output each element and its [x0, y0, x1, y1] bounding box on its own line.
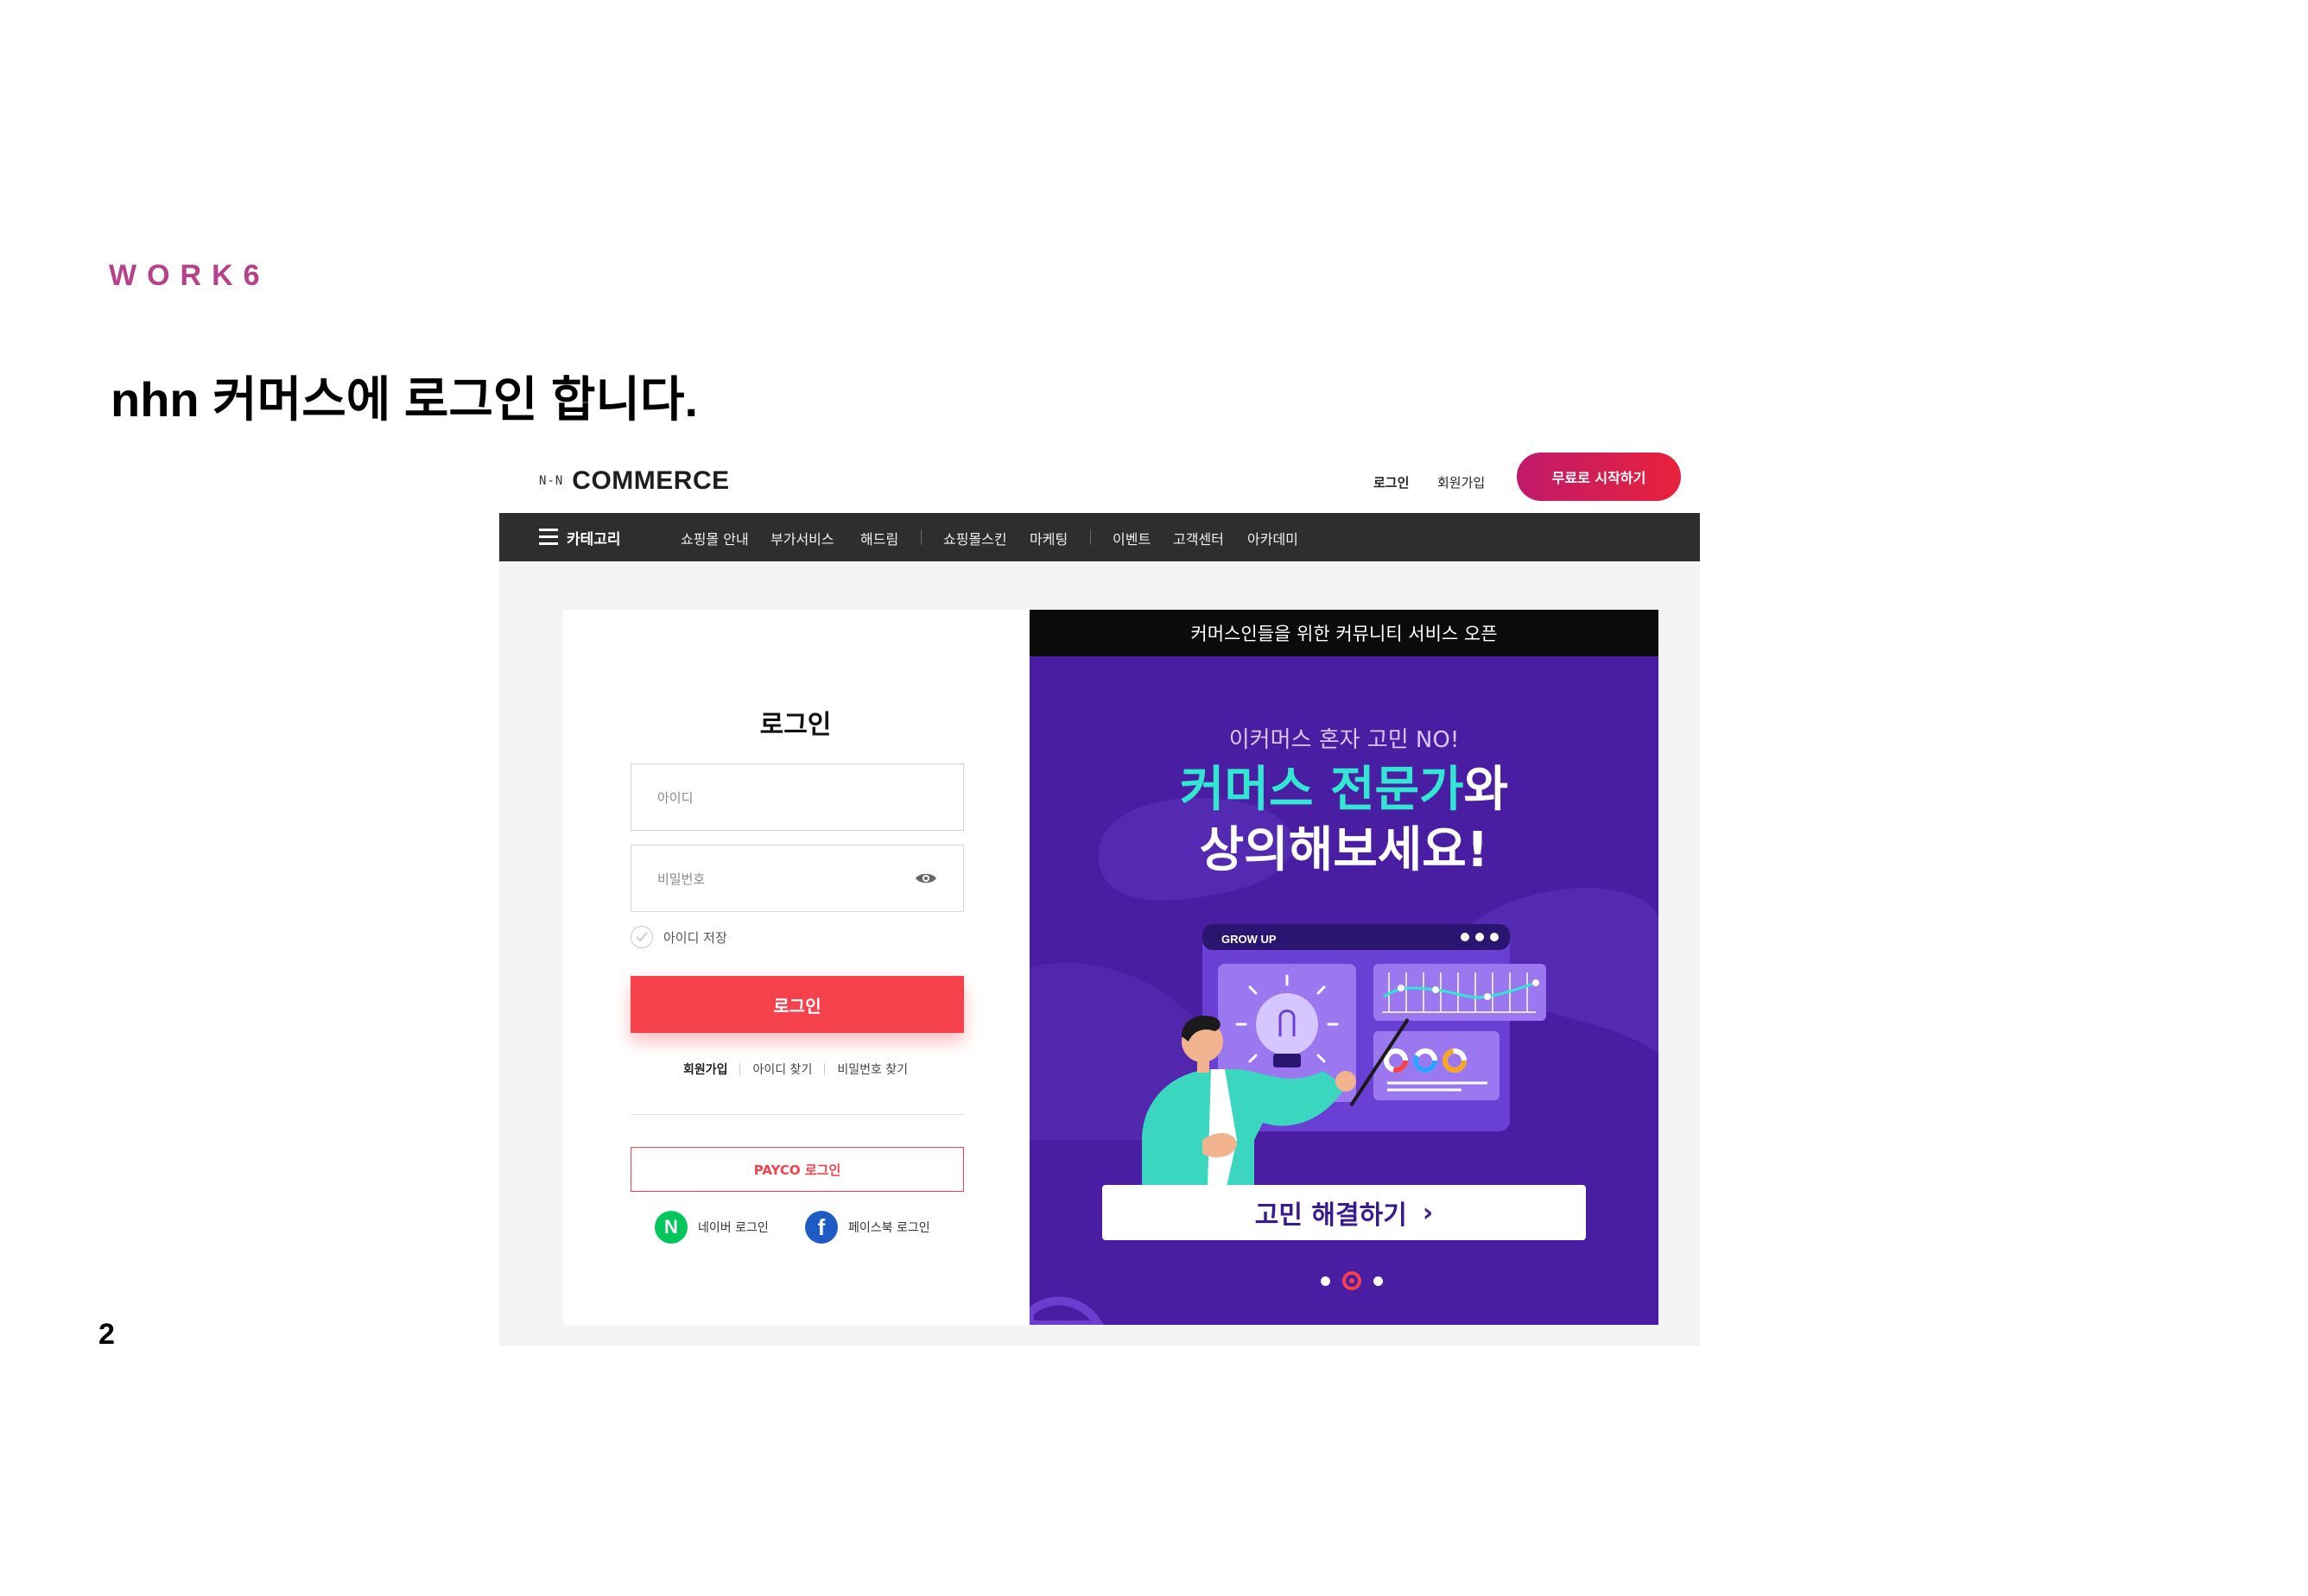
signup-link[interactable]: 회원가입: [683, 1061, 728, 1078]
login-submit-button[interactable]: 로그인: [631, 976, 964, 1033]
carousel-indicator: [1315, 1271, 1389, 1290]
save-id-row[interactable]: 아이디 저장: [631, 926, 727, 948]
check-icon: [636, 932, 648, 942]
carousel-dot[interactable]: [1321, 1276, 1330, 1286]
headline-line2: 상의해보세요!: [1199, 822, 1489, 878]
nav-item-haedream[interactable]: 해드림: [860, 528, 898, 548]
solve-worries-button[interactable]: 고민 해결하기 ›: [1102, 1185, 1586, 1240]
id-field[interactable]: [631, 763, 964, 831]
password-input[interactable]: [657, 866, 899, 892]
menu-icon[interactable]: [539, 529, 558, 546]
save-id-checkbox[interactable]: [631, 926, 653, 948]
find-id-link[interactable]: 아이디 찾기: [752, 1061, 812, 1078]
facebook-icon: f: [805, 1211, 838, 1244]
banner-subtitle: 이커머스 혼자 고민 NO!: [1228, 727, 1460, 753]
carousel-dot[interactable]: [1373, 1276, 1383, 1286]
nav-category[interactable]: 카테고리: [567, 527, 621, 548]
banner-headline: 커머스 전문가와 상의해보세요!: [1030, 760, 1658, 881]
save-id-label: 아이디 저장: [663, 929, 727, 946]
nhn-logo-mark: N-N: [539, 474, 564, 488]
carousel-dot-active[interactable]: [1342, 1271, 1361, 1290]
logo-text: COMMERCE: [572, 466, 730, 495]
site-header: N-N COMMERCE 로그인 회원가입 무료로 시작하기: [499, 451, 1700, 513]
page-number: 2: [98, 1318, 115, 1351]
section-divider: [631, 1114, 964, 1115]
link-divider: [739, 1063, 741, 1075]
solve-button-label: 고민 해결하기: [1254, 1200, 1407, 1231]
nhn-commerce-screenshot: N-N COMMERCE 로그인 회원가입 무료로 시작하기 카테고리 쇼핑몰 …: [499, 451, 1700, 1346]
naver-login[interactable]: N 네이버 로그인: [655, 1211, 769, 1244]
login-panel: 로그인 아이디 저장 로그인 회원가입 아이디 찾기: [563, 610, 1028, 1325]
slide-tag: WORK6: [109, 259, 270, 292]
header-login-link[interactable]: 로그인: [1373, 473, 1409, 491]
grow-up-label: GROW UP: [1221, 933, 1277, 946]
facebook-login-label: 페이스북 로그인: [848, 1221, 930, 1235]
naver-login-label: 네이버 로그인: [698, 1221, 769, 1235]
nav-item-shop-guide[interactable]: 쇼핑몰 안내: [681, 528, 749, 548]
promo-banner[interactable]: 커머스인들을 위한 커뮤니티 서비스 오픈 이커머스 혼자 고민 NO! 커머스…: [1030, 610, 1658, 1325]
password-field[interactable]: [631, 845, 964, 912]
id-input[interactable]: [657, 785, 899, 811]
nav-item-event[interactable]: 이벤트: [1113, 528, 1151, 548]
nav-item-marketing[interactable]: 마케팅: [1030, 528, 1068, 548]
headline-highlight: 커머스 전문가: [1179, 762, 1464, 818]
naver-icon: N: [655, 1211, 688, 1244]
site-logo[interactable]: N-N COMMERCE: [539, 466, 730, 496]
chevron-right-icon: ›: [1422, 1197, 1434, 1228]
facebook-login[interactable]: f 페이스북 로그인: [805, 1211, 930, 1244]
payco-login-button[interactable]: PAYCO 로그인: [631, 1147, 964, 1192]
header-signup-link[interactable]: 회원가입: [1437, 473, 1485, 491]
find-password-link[interactable]: 비밀번호 찾기: [837, 1061, 908, 1078]
nav-item-academy[interactable]: 아카데미: [1247, 528, 1298, 548]
link-divider: [824, 1063, 826, 1075]
banner-notice: 커머스인들을 위한 커뮤니티 서비스 오픈: [1030, 610, 1658, 656]
nav-divider: [1090, 529, 1091, 545]
main-nav: 카테고리 쇼핑몰 안내 부가서비스 해드림 쇼핑몰스킨 마케팅 이벤트 고객센터…: [499, 513, 1700, 561]
nav-item-customer-center[interactable]: 고객센터: [1173, 528, 1224, 548]
nav-item-shop-skin[interactable]: 쇼핑몰스킨: [943, 528, 1007, 548]
login-title: 로그인: [759, 710, 832, 740]
show-password-icon[interactable]: [915, 871, 937, 885]
nav-divider: [921, 529, 922, 545]
headline-rest: 와: [1463, 762, 1509, 818]
slide-title: nhn 커머스에 로그인 합니다.: [111, 372, 699, 427]
account-links: 회원가입 아이디 찾기 비밀번호 찾기: [563, 1061, 1028, 1078]
free-start-button[interactable]: 무료로 시작하기: [1517, 453, 1681, 501]
nav-item-addon-services[interactable]: 부가서비스: [770, 528, 834, 548]
